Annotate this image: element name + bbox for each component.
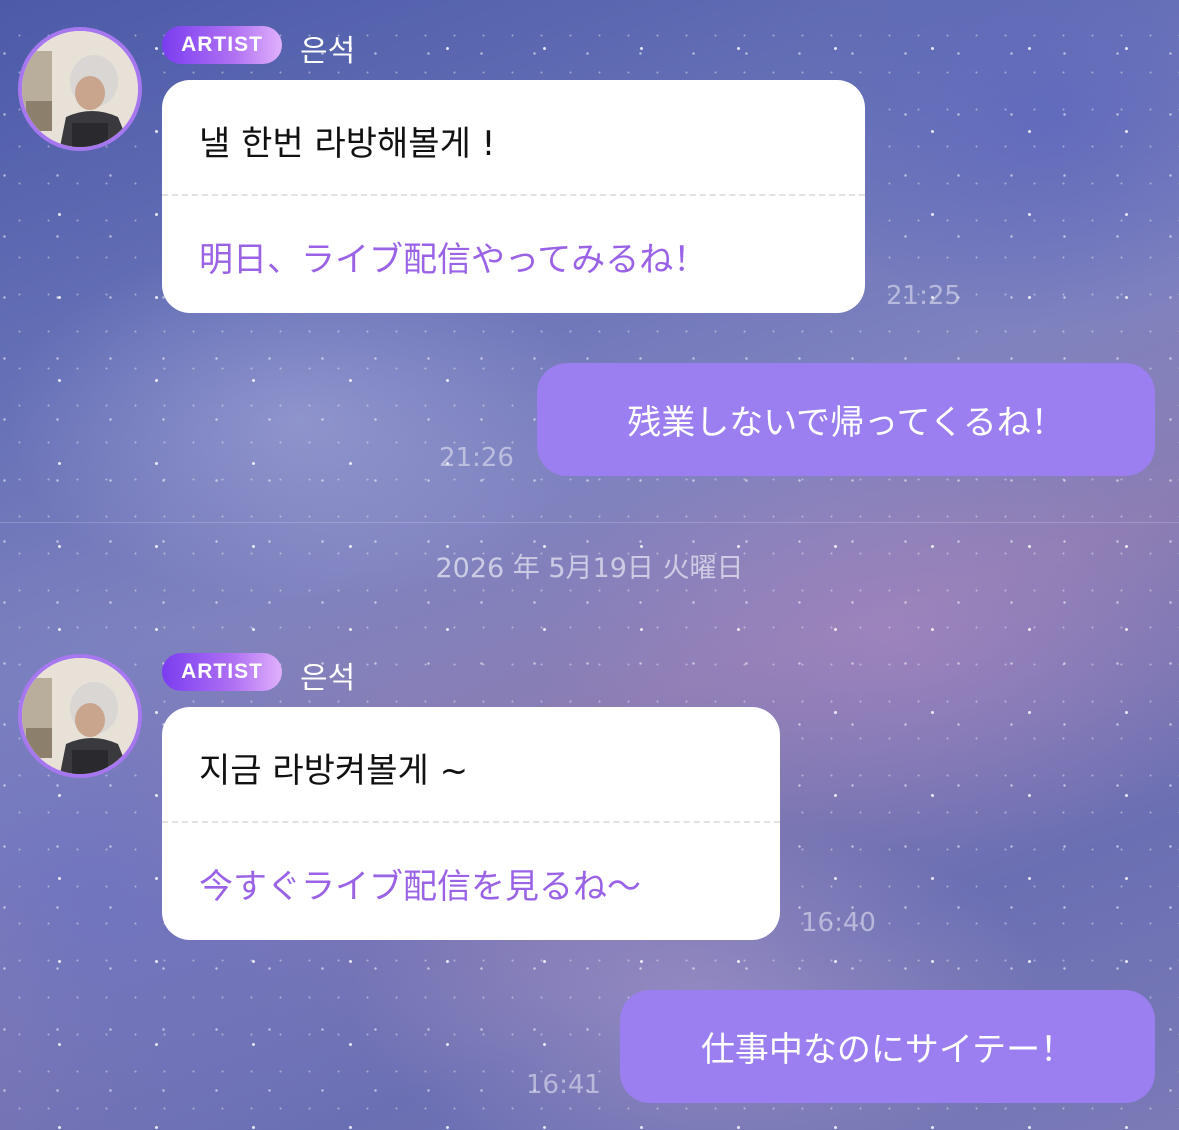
message-original-text: 낼 한번 라방해볼게 ! xyxy=(199,124,496,164)
avatar[interactable] xyxy=(18,654,142,778)
date-divider: 2026 年 5月19日 火曜日 xyxy=(435,553,744,584)
incoming-message-bubble[interactable]: 지금 라방켜볼게 ~ 今すぐライブ配信を見るね〜 xyxy=(162,707,780,940)
incoming-message-bubble[interactable]: 낼 한번 라방해볼게 ! 明日、ライブ配信やってみるね！ xyxy=(162,80,865,313)
message-timestamp: 16:41 xyxy=(526,1070,601,1100)
sender-name: 은석 xyxy=(300,34,356,69)
message-timestamp: 21:25 xyxy=(886,281,961,311)
message-translation-text: 今すぐライブ配信を見るね〜 xyxy=(199,867,641,907)
message-timestamp: 16:40 xyxy=(801,908,876,938)
outgoing-message-bubble[interactable]: 仕事中なのにサイテー！ xyxy=(620,990,1155,1103)
message-translation-text: 明日、ライブ配信やってみるね！ xyxy=(199,240,708,280)
artist-badge: ARTIST xyxy=(162,26,282,64)
avatar[interactable] xyxy=(18,27,142,151)
date-separator-line xyxy=(0,522,1179,523)
message-original-text: 지금 라방켜볼게 ~ xyxy=(199,751,469,791)
avatar-photo xyxy=(22,658,138,774)
artist-badge: ARTIST xyxy=(162,653,282,691)
sender-name: 은석 xyxy=(300,661,356,696)
avatar-photo xyxy=(22,31,138,147)
translation-divider xyxy=(162,194,865,196)
translation-divider xyxy=(162,821,780,823)
message-timestamp: 21:26 xyxy=(439,443,514,473)
outgoing-message-bubble[interactable]: 残業しないで帰ってくるね！ xyxy=(537,363,1155,476)
